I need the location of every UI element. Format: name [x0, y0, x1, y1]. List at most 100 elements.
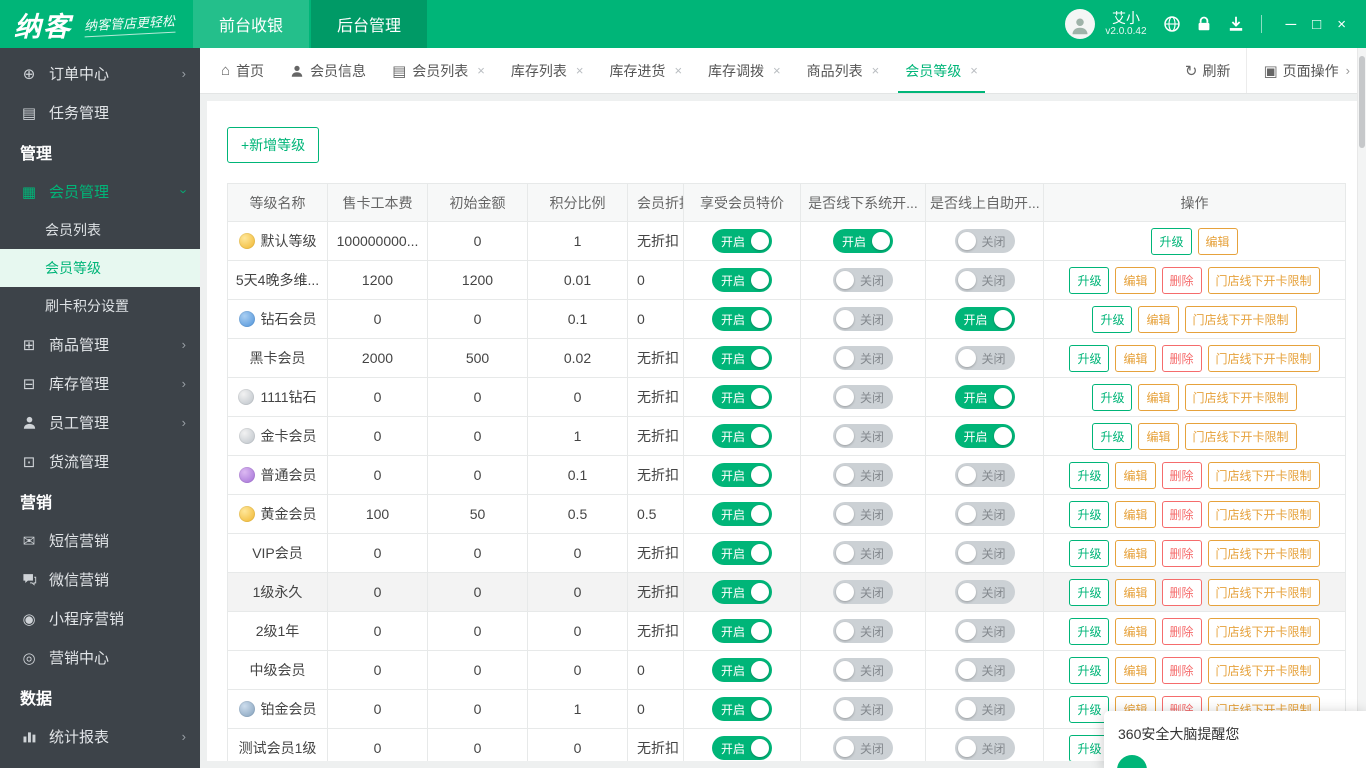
topnav-item[interactable]: 前台收银: [193, 0, 309, 48]
sidebar-item[interactable]: ✉短信营销: [0, 521, 200, 560]
tab-item[interactable]: 会员等级×: [892, 48, 991, 93]
edit-button[interactable]: 编辑: [1138, 423, 1178, 450]
offline-open-toggle[interactable]: 关闭: [833, 580, 893, 604]
online-open-toggle[interactable]: 关闭: [955, 619, 1015, 643]
sidebar-item[interactable]: ▤任务管理: [0, 93, 200, 132]
edit-button[interactable]: 编辑: [1115, 579, 1155, 606]
tab-item[interactable]: 库存调拨×: [695, 48, 794, 93]
offline-open-toggle[interactable]: 关闭: [833, 697, 893, 721]
edit-button[interactable]: 编辑: [1115, 501, 1155, 528]
edit-button[interactable]: 编辑: [1138, 384, 1178, 411]
maximize-icon[interactable]: □: [1304, 16, 1329, 33]
upgrade-button[interactable]: 升级: [1092, 306, 1132, 333]
sidebar-item[interactable]: ⊕订单中心›: [0, 54, 200, 93]
scrollbar-thumb[interactable]: [1359, 56, 1365, 148]
edit-button[interactable]: 编辑: [1115, 345, 1155, 372]
edit-button[interactable]: 编辑: [1138, 306, 1178, 333]
edit-button[interactable]: 编辑: [1115, 657, 1155, 684]
store-limit-button[interactable]: 门店线下开卡限制: [1208, 345, 1320, 372]
online-open-toggle[interactable]: 关闭: [955, 736, 1015, 760]
special-price-toggle[interactable]: 开启: [712, 229, 772, 253]
edit-button[interactable]: 编辑: [1115, 540, 1155, 567]
special-price-toggle[interactable]: 开启: [712, 307, 772, 331]
edit-button[interactable]: 编辑: [1198, 228, 1238, 255]
special-price-toggle[interactable]: 开启: [712, 502, 772, 526]
delete-button[interactable]: 删除: [1162, 462, 1202, 489]
sidebar-item[interactable]: 微信营销: [0, 560, 200, 599]
sidebar-subitem[interactable]: 会员列表: [0, 211, 200, 249]
tab-close-icon[interactable]: ×: [674, 63, 682, 78]
special-price-toggle[interactable]: 开启: [712, 658, 772, 682]
upgrade-button[interactable]: 升级: [1069, 267, 1109, 294]
offline-open-toggle[interactable]: 关闭: [833, 736, 893, 760]
delete-button[interactable]: 删除: [1162, 267, 1202, 294]
store-limit-button[interactable]: 门店线下开卡限制: [1185, 384, 1297, 411]
special-price-toggle[interactable]: 开启: [712, 697, 772, 721]
sidebar-item[interactable]: ⊡货流管理: [0, 442, 200, 481]
store-limit-button[interactable]: 门店线下开卡限制: [1208, 267, 1320, 294]
delete-button[interactable]: 删除: [1162, 618, 1202, 645]
special-price-toggle[interactable]: 开启: [712, 463, 772, 487]
tab-close-icon[interactable]: ×: [773, 63, 781, 78]
add-level-button[interactable]: +新增等级: [227, 127, 319, 163]
page-ops-button[interactable]: ▣ 页面操作 ›: [1246, 48, 1366, 93]
store-limit-button[interactable]: 门店线下开卡限制: [1208, 462, 1320, 489]
sidebar-subitem[interactable]: 会员等级: [0, 249, 200, 287]
edit-button[interactable]: 编辑: [1115, 462, 1155, 489]
topnav-item[interactable]: 后台管理: [311, 0, 427, 48]
online-open-toggle[interactable]: 关闭: [955, 697, 1015, 721]
upgrade-button[interactable]: 升级: [1069, 618, 1109, 645]
offline-open-toggle[interactable]: 关闭: [833, 463, 893, 487]
sidebar-item[interactable]: 员工管理›: [0, 403, 200, 442]
special-price-toggle[interactable]: 开启: [712, 736, 772, 760]
delete-button[interactable]: 删除: [1162, 657, 1202, 684]
offline-open-toggle[interactable]: 关闭: [833, 541, 893, 565]
store-limit-button[interactable]: 门店线下开卡限制: [1208, 540, 1320, 567]
online-open-toggle[interactable]: 关闭: [955, 346, 1015, 370]
store-limit-button[interactable]: 门店线下开卡限制: [1208, 501, 1320, 528]
offline-open-toggle[interactable]: 关闭: [833, 424, 893, 448]
browser-icon[interactable]: [1163, 15, 1181, 33]
tab-item[interactable]: ▤会员列表×: [379, 48, 498, 93]
upgrade-button[interactable]: 升级: [1151, 228, 1191, 255]
tab-item[interactable]: 库存进货×: [596, 48, 695, 93]
offline-open-toggle[interactable]: 关闭: [833, 307, 893, 331]
online-open-toggle[interactable]: 关闭: [955, 502, 1015, 526]
delete-button[interactable]: 删除: [1162, 501, 1202, 528]
offline-open-toggle[interactable]: 关闭: [833, 346, 893, 370]
online-open-toggle[interactable]: 关闭: [955, 541, 1015, 565]
special-price-toggle[interactable]: 开启: [712, 541, 772, 565]
refresh-button[interactable]: ↻ 刷新: [1169, 48, 1247, 93]
tab-close-icon[interactable]: ×: [872, 63, 880, 78]
tab-item[interactable]: 商品列表×: [794, 48, 893, 93]
vertical-scrollbar[interactable]: [1357, 48, 1366, 768]
delete-button[interactable]: 删除: [1162, 345, 1202, 372]
special-price-toggle[interactable]: 开启: [712, 424, 772, 448]
download-icon[interactable]: [1227, 15, 1245, 33]
online-open-toggle[interactable]: 关闭: [955, 268, 1015, 292]
offline-open-toggle[interactable]: 关闭: [833, 658, 893, 682]
online-open-toggle[interactable]: 开启: [955, 307, 1015, 331]
tab-item[interactable]: 会员信息: [277, 48, 379, 93]
upgrade-button[interactable]: 升级: [1069, 462, 1109, 489]
online-open-toggle[interactable]: 关闭: [955, 580, 1015, 604]
upgrade-button[interactable]: 升级: [1092, 423, 1132, 450]
special-price-toggle[interactable]: 开启: [712, 619, 772, 643]
store-limit-button[interactable]: 门店线下开卡限制: [1208, 657, 1320, 684]
tab-item[interactable]: 库存列表×: [498, 48, 597, 93]
special-price-toggle[interactable]: 开启: [712, 580, 772, 604]
upgrade-button[interactable]: 升级: [1069, 345, 1109, 372]
tab-close-icon[interactable]: ×: [477, 63, 485, 78]
online-open-toggle[interactable]: 关闭: [955, 229, 1015, 253]
sidebar-item[interactable]: ▦会员管理›: [0, 172, 200, 211]
sidebar-subitem[interactable]: 刷卡积分设置: [0, 287, 200, 325]
edit-button[interactable]: 编辑: [1115, 618, 1155, 645]
sidebar-item[interactable]: ⊞商品管理›: [0, 325, 200, 364]
edit-button[interactable]: 编辑: [1115, 267, 1155, 294]
sidebar-item[interactable]: ◉小程序营销: [0, 599, 200, 638]
special-price-toggle[interactable]: 开启: [712, 346, 772, 370]
tab-item[interactable]: ⌂首页: [208, 48, 277, 93]
offline-open-toggle[interactable]: 关闭: [833, 619, 893, 643]
special-price-toggle[interactable]: 开启: [712, 268, 772, 292]
store-limit-button[interactable]: 门店线下开卡限制: [1208, 579, 1320, 606]
